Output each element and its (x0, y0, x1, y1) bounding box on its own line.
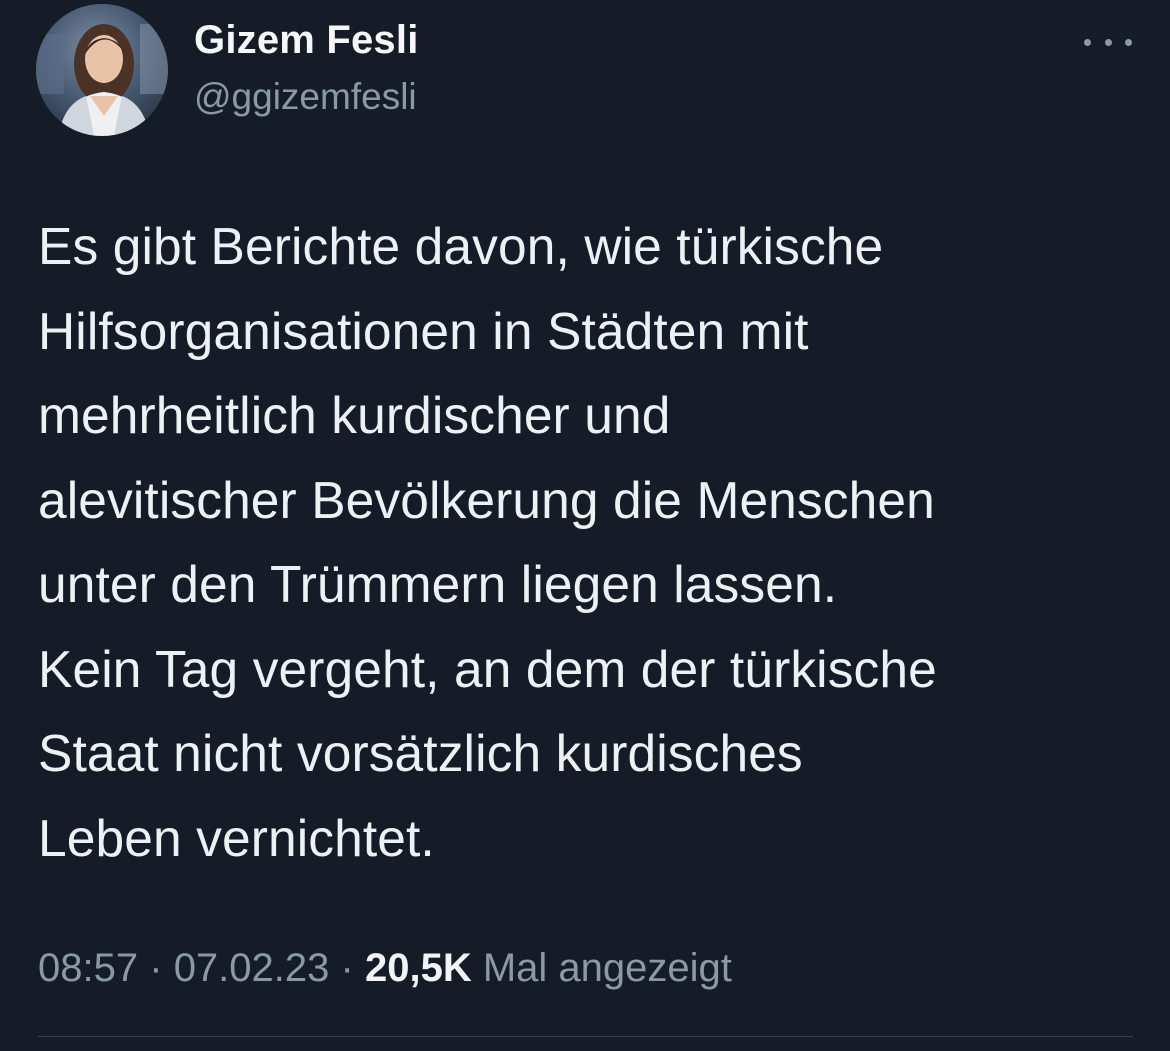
more-dot-icon (1104, 38, 1112, 46)
tweet-text-line: unter den Trümmern liegen lassen. (38, 555, 838, 613)
tweet-text-line: mehrheitlich kurdischer und (38, 386, 671, 444)
more-dot-icon (1084, 38, 1091, 46)
tweet-text-line: Staat nicht vorsätzlich kurdisches (38, 724, 803, 782)
avatar-photo (36, 4, 168, 136)
tweet-text: Es gibt Berichte davon, wie türkische Hi… (38, 204, 1148, 880)
tweet-time[interactable]: 08:57 (38, 946, 138, 990)
views-label: Mal angezeigt (482, 946, 732, 990)
tweet-text-line: alevitischer Bevölkerung die Menschen (38, 470, 935, 529)
tweet-date[interactable]: 07.02.23 (174, 946, 330, 990)
tweet-meta: 08:57 · 07.02.23 · 20,5K Mal angezeigt (38, 946, 732, 991)
author-handle[interactable]: @ggizemfesli (194, 76, 417, 118)
tweet-text-line: Leben vernichtet. (38, 808, 435, 867)
meta-separator: · (149, 946, 163, 990)
views-count[interactable]: 20,5K (365, 946, 472, 990)
tweet-card: Gizem Fesli @ggizemfesli Es gibt Bericht… (0, 0, 1170, 1051)
tweet-text-line: Es gibt Berichte davon, wie türkische (38, 217, 884, 275)
tweet-text-line: Hilfsorganisationen in Städten mit (38, 301, 809, 360)
more-options-icon[interactable] (1084, 24, 1132, 60)
meta-separator: · (340, 946, 354, 990)
avatar[interactable] (36, 4, 168, 136)
divider (38, 1036, 1133, 1037)
author-display-name[interactable]: Gizem Fesli (194, 18, 419, 63)
more-dot-icon (1125, 38, 1132, 46)
tweet-text-line: Kein Tag vergeht, an dem der türkische (38, 639, 937, 698)
